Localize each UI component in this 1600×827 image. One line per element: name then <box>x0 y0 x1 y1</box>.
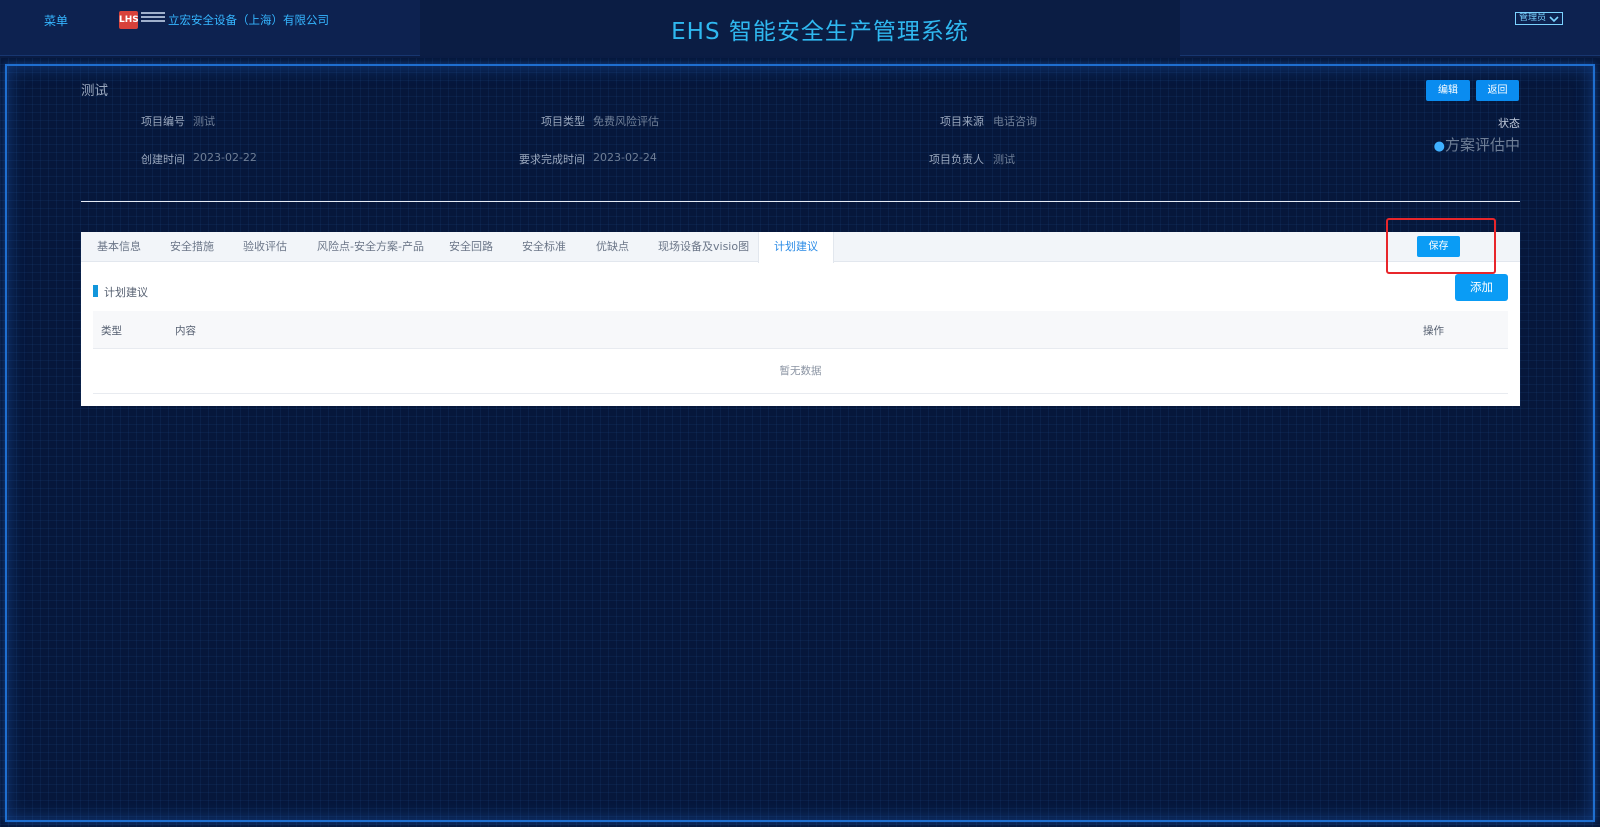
menu-link[interactable]: 菜单 <box>44 12 68 29</box>
column-actions: 操作 <box>1423 325 1444 337</box>
status-value: 方案评估中 <box>1444 136 1520 154</box>
tab-basic-info[interactable]: 基本信息 <box>97 232 141 262</box>
tab-site-equipment-visio[interactable]: 现场设备及visio图 <box>658 232 749 262</box>
empty-state: 暂无数据 <box>93 349 1508 394</box>
project-type-label: 项目类型 <box>541 115 585 128</box>
project-source-value: 电话咨询 <box>993 115 1037 128</box>
created-time-value: 2023-02-22 <box>193 151 257 164</box>
save-button[interactable]: 保存 <box>1417 236 1460 257</box>
detail-card: 基本信息 安全措施 验收评估 风险点-安全方案-产品 安全回路 安全标准 优缺点… <box>81 232 1520 406</box>
due-time-label: 要求完成时间 <box>519 153 585 166</box>
status-dot-icon: ● <box>1433 139 1445 154</box>
add-button[interactable]: 添加 <box>1455 274 1508 301</box>
owner-value: 测试 <box>993 153 1015 166</box>
tab-pros-cons[interactable]: 优缺点 <box>596 232 629 262</box>
logo-badge: LHS <box>119 11 139 29</box>
company-logo: LHS <box>119 10 165 30</box>
back-button[interactable]: 返回 <box>1476 80 1519 101</box>
user-label: 管理员 <box>1519 13 1547 23</box>
top-header: 菜单 LHS 立宏安全设备（上海）有限公司 EHS 智能安全生产管理系统 管理员 <box>0 0 1600 58</box>
column-type: 类型 <box>101 325 122 337</box>
project-title: 测试 <box>81 83 108 99</box>
table-header: 类型 内容 操作 <box>93 311 1508 349</box>
due-time-value: 2023-02-24 <box>593 151 657 164</box>
tab-safety-circuit[interactable]: 安全回路 <box>449 232 493 262</box>
header-divider <box>81 201 1520 202</box>
system-title: EHS 智能安全生产管理系统 <box>671 19 969 45</box>
tab-plan-suggestions[interactable]: 计划建议 <box>758 232 834 263</box>
created-time-label: 创建时间 <box>141 153 185 166</box>
tab-safety-measures[interactable]: 安全措施 <box>170 232 214 262</box>
tab-bar: 基本信息 安全措施 验收评估 风险点-安全方案-产品 安全回路 安全标准 优缺点… <box>81 232 1520 263</box>
tab-acceptance-evaluation[interactable]: 验收评估 <box>243 232 287 262</box>
project-source-label: 项目来源 <box>940 115 984 128</box>
section-marker <box>93 285 98 297</box>
section-title: 计划建议 <box>104 286 148 299</box>
tab-risk-plan-product[interactable]: 风险点-安全方案-产品 <box>317 232 424 262</box>
company-name: 立宏安全设备（上海）有限公司 <box>168 13 329 27</box>
tab-safety-standard[interactable]: 安全标准 <box>522 232 566 262</box>
plan-table: 类型 内容 操作 暂无数据 <box>93 311 1508 395</box>
status-badge: ●方案评估中 <box>1430 134 1520 155</box>
main-frame <box>5 64 1595 822</box>
status-label: 状态 <box>1498 117 1520 130</box>
edit-button[interactable]: 编辑 <box>1426 80 1470 101</box>
project-code-value: 测试 <box>193 115 215 128</box>
project-type-value: 免费风险评估 <box>593 115 659 128</box>
column-content: 内容 <box>175 325 196 337</box>
header-right-panel <box>1180 0 1600 56</box>
user-dropdown[interactable]: 管理员 <box>1515 12 1564 25</box>
chevron-down-icon <box>1549 15 1559 22</box>
project-code-label: 项目编号 <box>141 115 185 128</box>
logo-lines <box>141 12 165 28</box>
owner-label: 项目负责人 <box>929 153 984 166</box>
